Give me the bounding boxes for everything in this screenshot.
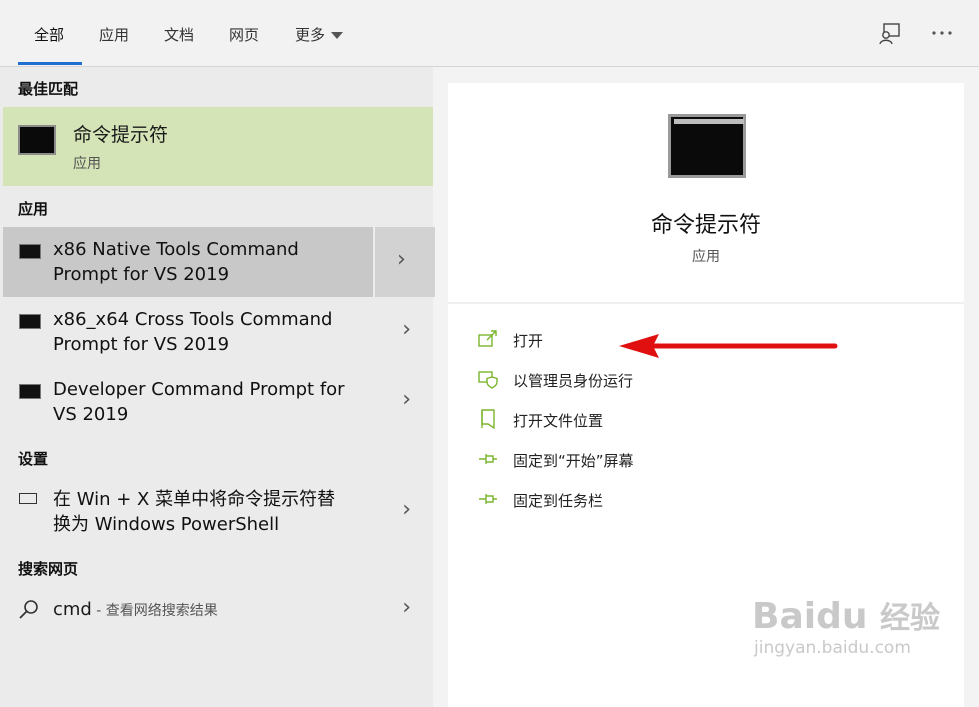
baidu-watermark: Baidu 经验 jingyan.baidu.com: [752, 596, 941, 659]
best-match-item[interactable]: 命令提示符 应用: [3, 107, 433, 186]
section-apps: 应用: [18, 200, 49, 218]
expand-button[interactable]: ›: [373, 227, 435, 297]
watermark-brand-cn: 经验: [880, 601, 941, 636]
app-result-line2: Prompt for VS 2019: [53, 334, 230, 355]
best-match-title: 命令提示符: [73, 124, 169, 146]
results-pane: 最佳匹配 命令提示符 应用 应用 x86 Native Tools Comman…: [0, 67, 435, 707]
app-result-line1: x86 Native Tools Command: [53, 239, 299, 260]
settings-result-line2: 换为 Windows PowerShell: [53, 514, 280, 535]
chevron-right-icon[interactable]: ›: [402, 595, 411, 620]
action-open-label: 打开: [513, 332, 544, 350]
app-result-x86-x64-cross[interactable]: x86_x64 Cross Tools Command Prompt for V…: [3, 297, 433, 367]
pin-icon: [479, 494, 497, 504]
watermark-url: jingyan.baidu.com: [754, 638, 911, 658]
feedback-icon[interactable]: [878, 22, 902, 46]
action-open-file-location-label: 打开文件位置: [513, 412, 604, 430]
best-match-subtitle: 应用: [73, 156, 101, 172]
detail-subtitle: 应用: [692, 249, 720, 265]
action-pin-to-taskbar-label: 固定到任务栏: [513, 492, 604, 510]
command-prompt-icon: [19, 314, 41, 329]
action-pin-to-start-label: 固定到“开始”屏幕: [513, 452, 634, 470]
chevron-right-icon: ›: [397, 247, 406, 272]
web-search-query: cmd: [53, 599, 92, 620]
tab-apps[interactable]: 应用: [99, 24, 129, 45]
tab-all[interactable]: 全部: [34, 24, 64, 45]
section-web-search: 搜索网页: [18, 560, 79, 578]
more-options-icon[interactable]: [931, 30, 953, 36]
display-settings-icon: [19, 493, 37, 504]
action-run-as-admin-label: 以管理员身份运行: [513, 372, 634, 390]
tab-documents[interactable]: 文档: [164, 24, 194, 45]
search-tab-bar: 全部 应用 文档 网页 更多: [0, 0, 979, 67]
shield-icon: [478, 371, 498, 389]
web-search-hint: - 查看网络搜索结果: [91, 603, 218, 619]
section-settings: 设置: [18, 450, 49, 468]
app-result-developer-prompt[interactable]: Developer Command Prompt for VS 2019 ›: [3, 367, 433, 437]
active-tab-indicator: [18, 62, 82, 65]
app-result-line2: VS 2019: [53, 404, 129, 425]
section-best-match: 最佳匹配: [18, 80, 79, 98]
annotation-arrow: [619, 334, 838, 358]
settings-result-line1: 在 Win + X 菜单中将命令提示符替: [53, 489, 336, 510]
chevron-right-icon[interactable]: ›: [402, 497, 411, 522]
web-search-result[interactable]: cmd - 查看网络搜索结果 ›: [3, 587, 433, 633]
window-titlebar: [674, 119, 744, 124]
command-prompt-icon: [668, 114, 746, 178]
tab-more[interactable]: 更多: [295, 24, 344, 45]
caret-down-icon: [331, 32, 344, 39]
command-prompt-icon: [19, 244, 41, 259]
detail-title: 命令提示符: [650, 213, 761, 238]
open-icon: [478, 330, 497, 347]
app-result-line2: Prompt for VS 2019: [53, 264, 230, 285]
folder-location-icon: [481, 409, 495, 429]
command-prompt-icon: [18, 125, 56, 155]
command-prompt-icon: [19, 384, 41, 399]
tab-more-label: 更多: [295, 26, 326, 44]
divider: [448, 302, 964, 304]
pin-icon: [479, 454, 497, 464]
app-result-x86-native[interactable]: x86 Native Tools Command Prompt for VS 2…: [3, 227, 435, 297]
app-result-line1: x86_x64 Cross Tools Command: [53, 309, 333, 330]
app-result-line1: Developer Command Prompt for: [53, 379, 345, 400]
settings-result[interactable]: 在 Win + X 菜单中将命令提示符替 换为 Windows PowerShe…: [3, 477, 433, 547]
chevron-right-icon[interactable]: ›: [402, 387, 411, 412]
tab-web[interactable]: 网页: [229, 24, 259, 45]
watermark-brand: Baidu: [752, 596, 868, 637]
chevron-right-icon[interactable]: ›: [402, 317, 411, 342]
search-icon: [19, 600, 38, 619]
